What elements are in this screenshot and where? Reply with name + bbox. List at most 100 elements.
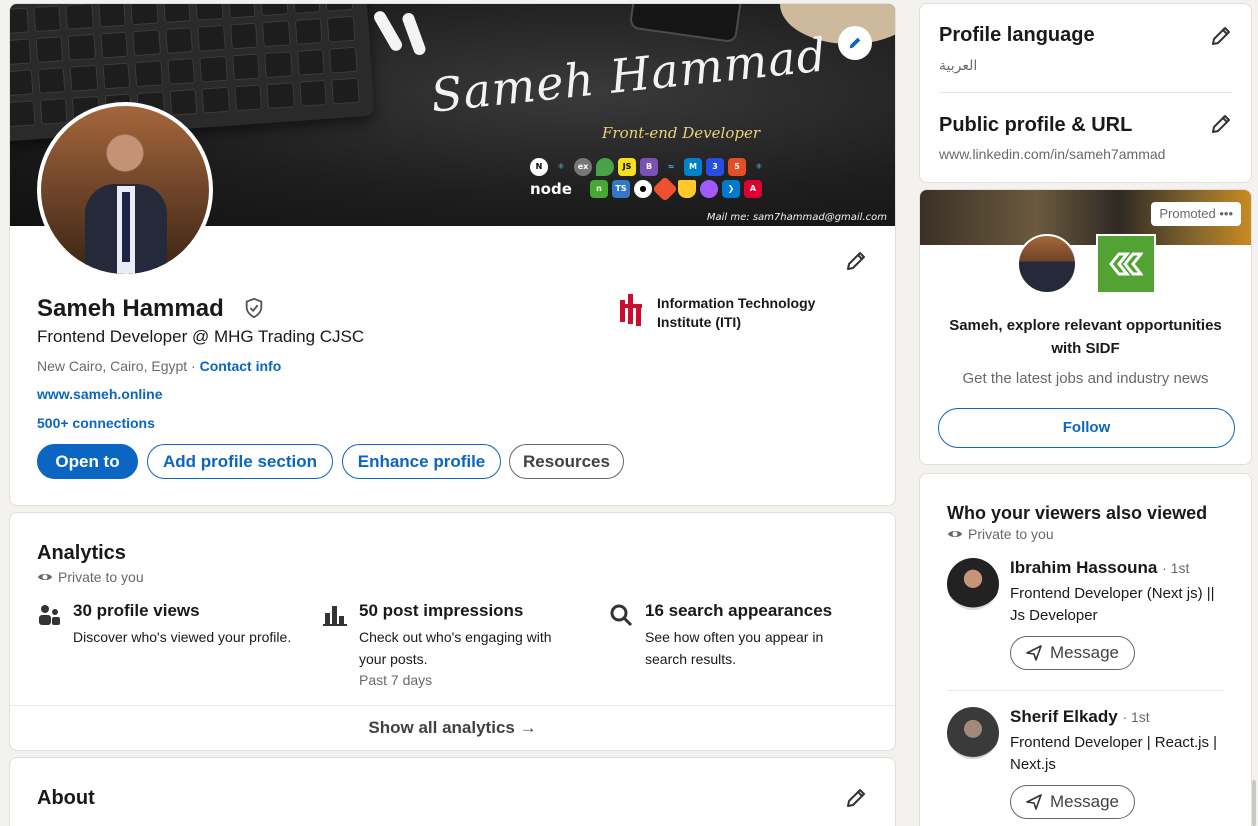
github-logo-icon: ● — [634, 180, 652, 198]
express-logo-icon: ex — [574, 158, 592, 176]
banner-signature: Sameh Hammad — [428, 27, 830, 123]
stat-desc: Check out who's engaging with your posts… — [359, 629, 552, 667]
typescript-logo-icon: TS — [612, 180, 630, 198]
eye-icon — [38, 574, 52, 580]
promo-subtext: Get the latest jobs and industry news — [962, 370, 1209, 387]
nodejs-logo-icon: node — [530, 180, 572, 198]
pencil-icon — [847, 789, 865, 807]
enhance-profile-button[interactable]: Enhance profile — [342, 444, 501, 479]
viewers-title: Who your viewers also viewed — [947, 503, 1208, 523]
javascript-logo-icon: JS — [618, 158, 636, 176]
public-profile-title: Public profile & URL — [939, 114, 1133, 136]
edit-about-button[interactable] — [844, 786, 868, 810]
send-icon — [1026, 645, 1042, 661]
stat-desc: Discover who's viewed your profile. — [73, 629, 292, 645]
show-all-analytics-button[interactable]: Show all analytics → — [10, 705, 895, 750]
add-profile-section-button[interactable]: Add profile section — [147, 444, 333, 479]
follow-button[interactable]: Follow — [938, 408, 1235, 448]
divider — [947, 690, 1224, 691]
firebase-logo-icon — [678, 180, 696, 198]
bootstrap-logo-icon: B — [640, 158, 658, 176]
message-button[interactable]: Message — [1010, 785, 1135, 819]
viewer-headline: Frontend Developer | React.js | Next.js — [1010, 734, 1218, 773]
mongodb-logo-icon — [596, 158, 614, 176]
viewer-name[interactable]: Sherif Elkady — [1010, 707, 1118, 726]
eye-icon — [948, 531, 962, 537]
react-logo-icon: ⚛ — [557, 162, 565, 171]
about-title: About — [37, 787, 95, 809]
education-link[interactable]: Information Technology Institute (ITI) — [657, 294, 847, 332]
figma-logo-icon — [700, 180, 718, 198]
pencil-icon — [1212, 115, 1230, 133]
stat-title: 30 profile views — [73, 601, 200, 620]
css3-logo-icon: 3 — [706, 158, 724, 176]
iti-logo-icon[interactable] — [620, 294, 642, 326]
website-link[interactable]: www.sameh.online — [37, 386, 163, 402]
profile-headline: Frontend Developer @ MHG Trading CJSC — [37, 327, 365, 346]
more-options-icon[interactable]: ••• — [1219, 206, 1233, 221]
search-icon — [610, 604, 633, 627]
html5-logo-icon: 5 — [728, 158, 746, 176]
tailwind-logo-icon: ≈ — [667, 162, 675, 171]
profile-name: Sameh Hammad — [37, 295, 224, 322]
stat-period: Past 7 days — [359, 672, 433, 688]
verified-shield-icon[interactable] — [243, 297, 265, 319]
connection-degree: · 1st — [1162, 560, 1190, 576]
banner-mail: Mail me: sam7hammad@gmail.com — [706, 212, 887, 223]
npm-logo-icon: n — [590, 180, 608, 198]
pencil-icon — [1212, 27, 1230, 45]
banner-airpod-image — [400, 11, 428, 57]
bar-chart-icon — [323, 606, 347, 626]
profile-language-value: العربية — [939, 57, 978, 73]
send-icon — [1026, 794, 1042, 810]
banner-role: Front-end Developer — [602, 124, 761, 142]
promoted-badge[interactable]: Promoted ••• — [1151, 202, 1241, 226]
contact-info-link[interactable]: Contact info — [200, 358, 282, 374]
profile-top-card: Sameh Hammad Front-end Developer N ⚛ ex … — [9, 3, 896, 506]
stat-title: 16 search appearances — [645, 601, 833, 620]
profile-location: New Cairo, Cairo, Egypt · Contact info — [37, 358, 282, 374]
message-button[interactable]: Message — [1010, 636, 1135, 670]
connection-degree: · 1st — [1122, 709, 1150, 725]
profile-settings-card: Profile language العربية Public profile … — [919, 3, 1252, 183]
edit-language-button[interactable] — [1209, 24, 1233, 48]
vscode-logo-icon: ❯ — [722, 180, 740, 198]
react-native-logo-icon: ⚛ — [755, 162, 763, 171]
promo-text: Sameh, explore relevant opportunities wi… — [949, 317, 1222, 357]
about-card: About — [9, 757, 896, 826]
viewers-also-viewed-card: Who your viewers also viewed Private to … — [919, 473, 1252, 826]
stat-title: 50 post impressions — [359, 601, 524, 620]
resources-button[interactable]: Resources — [509, 444, 624, 479]
connections-link[interactable]: 500+ connections — [37, 415, 155, 431]
banner-airpod-image — [371, 8, 405, 54]
avatar[interactable] — [947, 558, 999, 610]
edit-intro-button[interactable] — [844, 249, 868, 273]
analytics-card: Analytics Private to you 30 profile view… — [9, 512, 896, 751]
nextjs-logo-icon: N — [530, 158, 548, 176]
stat-desc: See how often you appear in search resul… — [645, 629, 824, 667]
analytics-title: Analytics — [37, 542, 126, 564]
mui-logo-icon: M — [684, 158, 702, 176]
public-profile-url: www.linkedin.com/in/sameh7ammad — [939, 146, 1166, 162]
pencil-icon — [847, 252, 865, 270]
viewer-name[interactable]: Ibrahim Hassouna — [1010, 558, 1157, 577]
promoted-card: Promoted ••• Sameh, explore relevant opp… — [919, 189, 1252, 465]
people-icon — [39, 605, 60, 625]
angular-logo-icon: A — [744, 180, 762, 198]
divider — [939, 92, 1232, 93]
viewer-headline: Frontend Developer (Next js) || Js Devel… — [1010, 585, 1215, 624]
analytics-privacy: Private to you — [37, 569, 144, 585]
git-logo-icon — [652, 176, 678, 202]
sidf-logo-icon[interactable] — [1096, 234, 1156, 294]
promo-user-avatar — [1017, 234, 1077, 294]
viewers-privacy: Private to you — [947, 526, 1054, 542]
open-to-button[interactable]: Open to — [37, 444, 138, 479]
pencil-icon — [849, 37, 861, 49]
profile-avatar[interactable] — [37, 102, 213, 278]
profile-language-title: Profile language — [939, 24, 1095, 46]
banner-tech-logos: N ⚛ ex JS B ≈ M 3 5 ⚛ node n TS ● ❯ A — [530, 158, 780, 202]
page-scrollbar[interactable] — [1252, 780, 1256, 826]
edit-url-button[interactable] — [1209, 112, 1233, 136]
avatar[interactable] — [947, 707, 999, 759]
edit-banner-button[interactable] — [838, 26, 872, 60]
